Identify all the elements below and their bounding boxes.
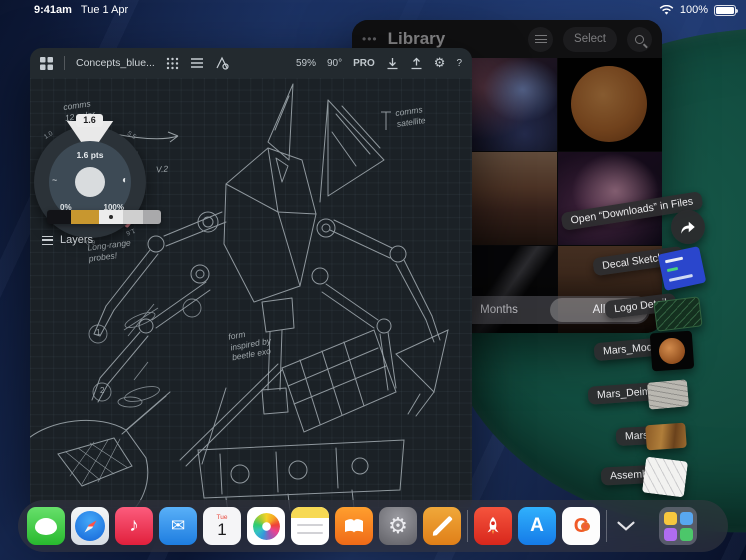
tool-wheel[interactable]: 1.0 5.5 1.6 ~ ≈ ✒ ✏ 1.6 6.0 1.6 pts 0% 1… <box>30 114 148 248</box>
dock: ♪ ✉ Tue 1 ⚙ A C <box>18 500 728 552</box>
gear-icon: ⚙ <box>388 513 408 538</box>
rocket-icon <box>487 516 499 535</box>
dock-collapse-button[interactable] <box>613 507 639 545</box>
calendar-day: 1 <box>217 520 227 539</box>
brush-preview-circle[interactable] <box>75 167 105 197</box>
layers-list-icon[interactable] <box>190 57 204 69</box>
selected-swatch-dot <box>109 215 113 219</box>
zoom-level[interactable]: 59% <box>296 58 316 69</box>
stroke-size-label: 1.6 pts <box>76 150 104 160</box>
dock-icon-concepts[interactable] <box>423 507 461 545</box>
swatch-lightgray[interactable] <box>123 210 143 224</box>
battery-percent: 100% <box>679 4 708 16</box>
tool-size-b: 5.5 <box>125 130 138 141</box>
concepts-window[interactable]: Concepts_blue... 59% 90° PRO ⚙ ? comms 1… <box>30 48 472 512</box>
dock-icon-rocket[interactable] <box>474 507 512 545</box>
dock-icon-settings[interactable]: ⚙ <box>379 507 417 545</box>
c-app-dot <box>581 522 590 531</box>
annotation-version: V.2 <box>155 163 169 175</box>
dock-divider <box>467 510 468 542</box>
dock-icon-photos[interactable] <box>247 507 285 545</box>
document-title[interactable]: Concepts_blue... <box>76 57 155 69</box>
swatch-gray[interactable] <box>143 210 161 224</box>
layers-button[interactable]: Layers <box>34 230 101 250</box>
time-filter-segmented-control[interactable]: Months All <box>450 296 650 324</box>
layers-icon <box>42 235 53 245</box>
dock-icon-c-app[interactable]: C <box>562 507 600 545</box>
dock-divider <box>606 510 607 542</box>
status-time: 9:41am <box>34 4 72 16</box>
status-bar: 9:41am Tue 1 Apr 100% <box>0 0 746 20</box>
share-arrow-icon <box>681 221 695 234</box>
chevron-down-icon <box>617 521 635 531</box>
gallery-grid-icon[interactable] <box>40 56 53 70</box>
drawing-canvas[interactable]: comms 12 solar comms satellite V.2 Long-… <box>30 78 472 512</box>
swatch-black[interactable] <box>47 210 71 224</box>
active-tool-size-tab: 1.6 <box>76 114 103 127</box>
swatch-gold[interactable] <box>71 210 99 224</box>
status-right: 100% <box>659 4 738 16</box>
settings-gear-icon[interactable]: ⚙ <box>434 55 446 71</box>
color-swatch-bar[interactable] <box>47 210 161 224</box>
pro-badge[interactable]: PRO <box>353 58 375 69</box>
flower-icon <box>252 512 280 540</box>
concepts-toolbar: Concepts_blue... 59% 90° PRO ⚙ ? <box>30 48 472 78</box>
status-date: Tue 1 Apr <box>80 4 129 16</box>
shape-nib-icon[interactable] <box>215 56 229 70</box>
dock-icon-calendar[interactable]: Tue 1 <box>203 507 241 545</box>
music-note-icon: ♪ <box>129 515 139 536</box>
annotation-satellite: comms satellite <box>394 104 427 129</box>
open-book-icon <box>345 518 363 532</box>
chat-bubble-icon <box>35 517 57 535</box>
help-button[interactable]: ? <box>456 58 462 69</box>
dock-icon-safari[interactable] <box>71 507 109 545</box>
dock-icon-app-library[interactable] <box>659 507 697 545</box>
swatch-white-selected[interactable] <box>99 210 123 224</box>
compass-icon <box>75 511 105 541</box>
wifi-icon <box>659 4 674 15</box>
contrast-icon[interactable]: ◐ <box>122 175 128 186</box>
smoothing-icon[interactable]: ~ <box>52 175 57 185</box>
app-library-grid-icon <box>663 511 693 541</box>
notes-header <box>291 507 329 518</box>
dots-grid-icon[interactable] <box>166 57 179 70</box>
status-left: 9:41am Tue 1 Apr <box>34 4 128 16</box>
envelope-icon: ✉ <box>170 516 186 535</box>
pen-icon <box>431 515 453 537</box>
export-icon[interactable] <box>410 57 423 70</box>
battery-icon <box>714 4 738 16</box>
canvas-rotation[interactable]: 90° <box>327 58 342 69</box>
toolbar-divider <box>64 56 65 70</box>
tool-size-c: 1.6 <box>125 226 136 237</box>
ipad-screen: 9:41am Tue 1 Apr 100% ••• Library Select <box>0 0 746 560</box>
dock-icon-books[interactable] <box>335 507 373 545</box>
annotation-marker-1: 1 <box>96 328 101 337</box>
dock-icon-appstore[interactable]: A <box>518 507 556 545</box>
dock-icon-notes[interactable] <box>291 507 329 545</box>
appstore-a-glyph: A <box>530 515 544 536</box>
segment-all[interactable]: All <box>550 298 648 322</box>
layers-label: Layers <box>60 234 94 246</box>
dock-icon-messages[interactable] <box>27 507 65 545</box>
dock-icon-mail[interactable]: ✉ <box>159 507 197 545</box>
share-button[interactable] <box>671 210 705 244</box>
dock-icon-music[interactable]: ♪ <box>115 507 153 545</box>
annotation-marker-2: 2 <box>100 386 105 395</box>
import-icon[interactable] <box>386 57 399 70</box>
